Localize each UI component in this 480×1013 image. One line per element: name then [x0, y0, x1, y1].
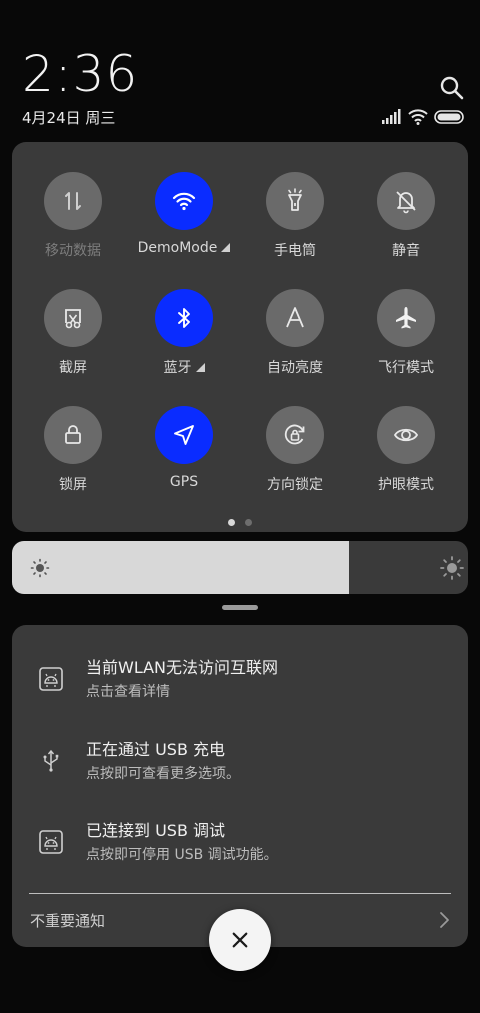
rotation-lock-icon: [266, 406, 324, 464]
tile-label: 静音: [392, 243, 420, 259]
tile-label: DemoMode: [137, 240, 218, 256]
tile-label: 移动数据: [45, 243, 101, 259]
chevron-right-icon[interactable]: [436, 910, 452, 930]
quick-settings-panel: 移动数据 DemoMode 手电筒 静音 截屏 蓝牙 自动亮度 飞行模式 锁屏 …: [12, 142, 468, 532]
tile-label: 方向锁定: [267, 477, 323, 493]
usb-icon: [43, 749, 59, 772]
lock-icon: [44, 406, 102, 464]
tile-label: 自动亮度: [267, 360, 323, 376]
tile-flashlight[interactable]: 手电筒: [240, 172, 350, 282]
page-dot-active: [228, 519, 235, 526]
more-triangle-icon: [195, 363, 205, 372]
notification-title: 已连接到 USB 调试: [86, 821, 226, 840]
tile-label: 蓝牙: [163, 360, 192, 376]
tile-mobile-data[interactable]: 移动数据: [18, 172, 128, 282]
mobile-data-icon: [44, 172, 102, 230]
tile-gps[interactable]: GPS: [129, 406, 239, 516]
location-arrow-icon: [155, 406, 213, 464]
battery-icon: [434, 110, 464, 124]
unimportant-notifications-link[interactable]: 不重要通知: [30, 910, 105, 931]
close-icon: [232, 932, 248, 948]
flashlight-icon: [266, 172, 324, 230]
android-debug-icon: [39, 830, 63, 854]
tile-label: 飞行模式: [378, 360, 434, 376]
wifi-icon: [408, 109, 428, 122]
search-icon[interactable]: [438, 74, 466, 102]
tile-mute[interactable]: 静音: [351, 172, 461, 282]
android-debug-icon: [39, 667, 63, 691]
tile-label: 锁屏: [59, 477, 87, 493]
notification-item[interactable]: 已连接到 USB 调试 点按即可停用 USB 调试功能。: [12, 815, 468, 875]
notification-item[interactable]: 正在通过 USB 充电 点按即可查看更多选项。: [12, 734, 468, 794]
tile-eye-care[interactable]: 护眼模式: [351, 406, 461, 516]
brightness-low-icon: [30, 558, 50, 578]
signal-icon: [382, 109, 401, 124]
drag-handle[interactable]: [222, 605, 258, 610]
airplane-icon: [377, 289, 435, 347]
brightness-fill: [12, 541, 350, 594]
tile-wifi[interactable]: DemoMode: [129, 172, 239, 282]
tile-rotation-lock[interactable]: 方向锁定: [240, 406, 350, 516]
notification-title: 当前WLAN无法访问互联网: [86, 658, 279, 677]
notification-title: 正在通过 USB 充电: [86, 740, 226, 759]
notification-text: 点按即可停用 USB 调试功能。: [86, 847, 278, 863]
screenshot-icon: [44, 289, 102, 347]
auto-brightness-icon: [266, 289, 324, 347]
tile-label: 截屏: [59, 360, 87, 376]
tile-label: 手电筒: [274, 243, 316, 259]
page-dot: [245, 519, 252, 526]
clock: 2:36: [22, 45, 139, 103]
tile-lock-screen[interactable]: 锁屏: [18, 406, 128, 516]
notification-item[interactable]: 当前WLAN无法访问互联网 点击查看详情: [12, 652, 468, 712]
date: 4月24日 周三: [22, 109, 116, 127]
brightness-slider[interactable]: [12, 541, 468, 594]
brightness-high-icon: [440, 556, 464, 580]
bluetooth-icon: [155, 289, 213, 347]
more-triangle-icon: [221, 243, 231, 252]
tile-screenshot[interactable]: 截屏: [18, 289, 128, 399]
wifi-icon: [155, 172, 213, 230]
notification-text: 点击查看详情: [86, 684, 170, 700]
clear-all-button[interactable]: [209, 909, 271, 971]
page-indicator: [226, 519, 256, 527]
status-icons: [382, 108, 466, 126]
tile-label: 护眼模式: [378, 477, 434, 493]
notification-panel: 当前WLAN无法访问互联网 点击查看详情 正在通过 USB 充电 点按即可查看更…: [12, 625, 468, 947]
tile-auto-brightness[interactable]: 自动亮度: [240, 289, 350, 399]
eye-icon: [377, 406, 435, 464]
tile-airplane[interactable]: 飞行模式: [351, 289, 461, 399]
bell-off-icon: [377, 172, 435, 230]
tile-bluetooth[interactable]: 蓝牙: [129, 289, 239, 399]
divider: [29, 893, 451, 894]
notification-text: 点按即可查看更多选项。: [86, 766, 240, 782]
tile-label: GPS: [169, 474, 199, 490]
